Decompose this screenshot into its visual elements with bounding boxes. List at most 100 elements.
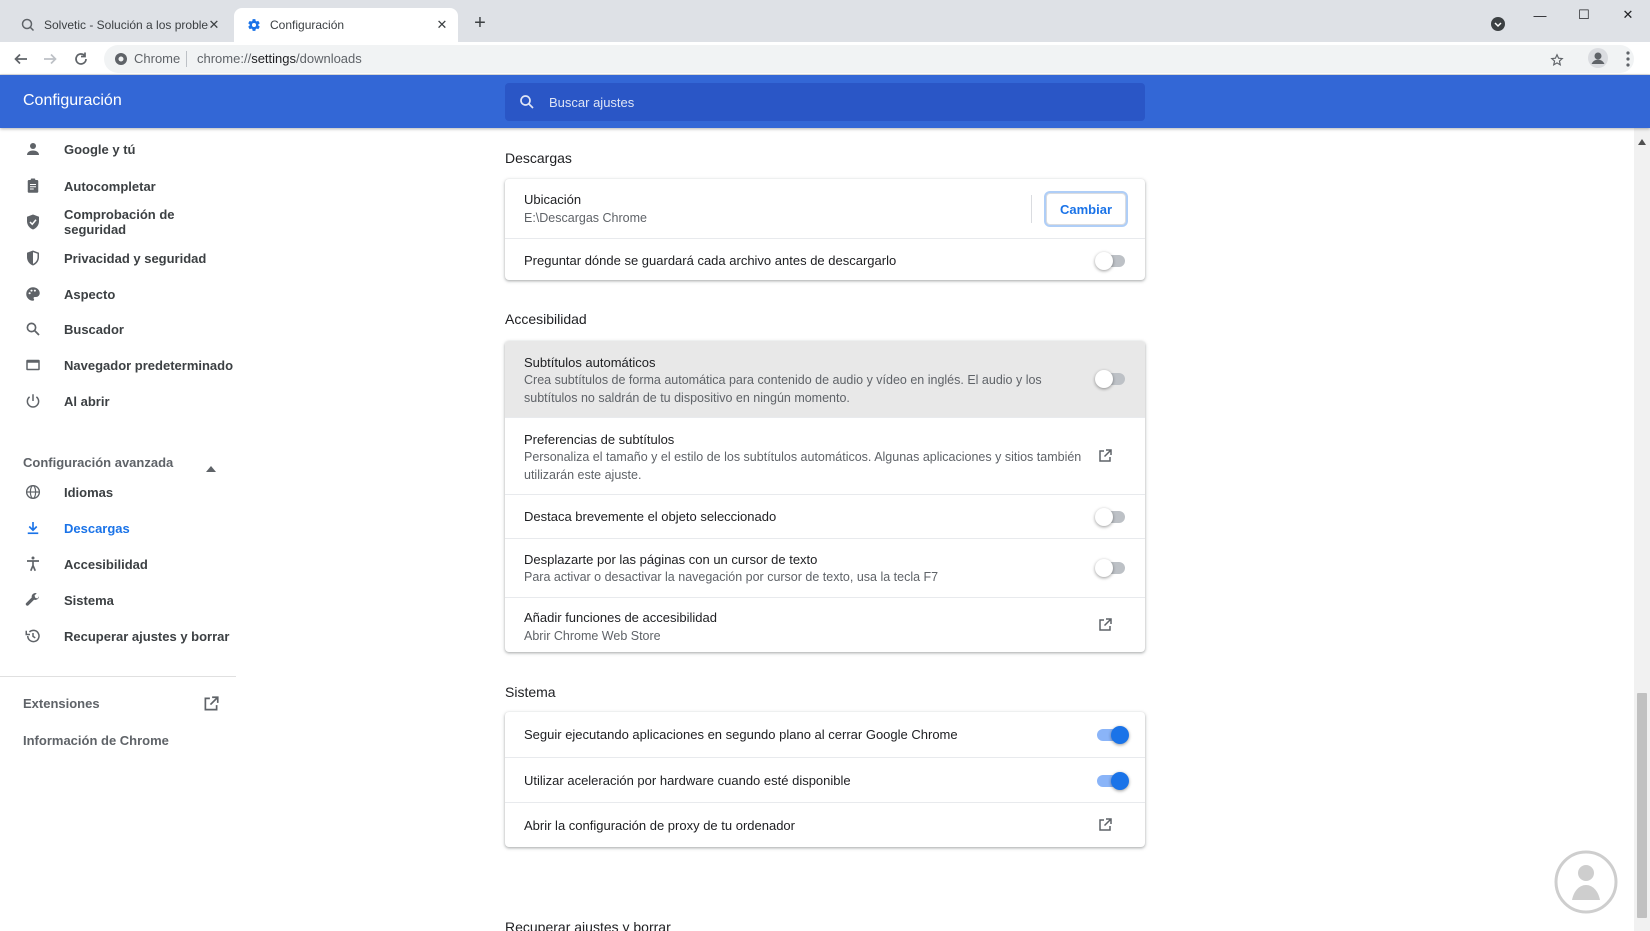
browser-toolbar: Chrome chrome://settings/downloads (0, 42, 1650, 75)
caret-up-icon[interactable] (206, 459, 216, 472)
sidebar-item-languages[interactable]: Idiomas (0, 474, 236, 510)
download-icon (23, 518, 43, 538)
caption-prefs-sub-1: Personaliza el tamaño y el estilo de los… (524, 450, 1082, 464)
sidebar-item-system[interactable]: Sistema (0, 582, 236, 618)
live-caption-toggle[interactable] (1095, 370, 1129, 388)
add-features-row[interactable]: Añadir funciones de accesibilidad Abrir … (505, 597, 1145, 652)
close-window-icon[interactable]: ✕ (1606, 0, 1650, 30)
close-tab-icon[interactable]: ✕ (206, 17, 222, 33)
tab-title: Configuración (270, 18, 345, 32)
ask-where-row[interactable]: Preguntar dónde se guardará cada archivo… (505, 238, 1145, 280)
tab-title: Solvetic - Solución a los problem (44, 18, 209, 32)
sidebar-item-privacy[interactable]: Privacidad y seguridad (0, 240, 236, 276)
downloads-card: Ubicación E:\Descargas Chrome Cambiar Pr… (505, 179, 1145, 280)
scrollbar-thumb[interactable] (1637, 693, 1647, 918)
solvetic-favicon-icon (20, 17, 36, 33)
settings-search[interactable] (505, 83, 1145, 121)
more-menu-icon[interactable] (1620, 48, 1636, 70)
window-controls: — ☐ ✕ (1518, 0, 1650, 30)
sidebar-item-default-browser[interactable]: Navegador predeterminado (0, 347, 236, 383)
back-arrow-icon[interactable] (8, 46, 34, 72)
shield-check-icon (23, 212, 43, 232)
forward-arrow-icon[interactable] (37, 46, 63, 72)
settings-header: Configuración (0, 75, 1650, 128)
focus-highlight-row[interactable]: Destaca brevemente el objeto seleccionad… (505, 494, 1145, 538)
close-tab-icon[interactable]: ✕ (434, 17, 450, 33)
sidebar-item-label: Al abrir (64, 393, 110, 409)
advanced-section-toggle[interactable]: Configuración avanzada (23, 455, 173, 470)
live-caption-row[interactable]: Subtítulos automáticos Crea subtítulos d… (505, 341, 1145, 417)
tab-solvetic[interactable]: Solvetic - Solución a los problem ✕ (8, 8, 230, 42)
hw-accel-toggle[interactable] (1095, 772, 1129, 790)
live-caption-sub-1: Crea subtítulos de forma automática para… (524, 373, 1042, 387)
bookmark-star-icon[interactable] (1550, 53, 1564, 72)
external-link-icon[interactable] (1097, 448, 1115, 466)
sidebar-item-reset[interactable]: Recuperar ajustes y borrar (0, 618, 236, 654)
change-location-button[interactable]: Cambiar (1046, 193, 1126, 225)
sidebar-extensions-link[interactable]: Extensiones (23, 696, 100, 711)
tab-strip: Solvetic - Solución a los problem ✕ Conf… (0, 0, 1650, 42)
clipboard-icon (23, 176, 43, 196)
sidebar-item-label: Sistema (64, 592, 114, 608)
proxy-title: Abrir la configuración de proxy de tu or… (524, 818, 795, 833)
external-link-icon[interactable] (202, 695, 220, 713)
section-title-recuperar: Recuperar ajustes y borrar (505, 919, 671, 931)
history-icon (23, 626, 43, 646)
caption-prefs-row[interactable]: Preferencias de subtítulos Personaliza e… (505, 417, 1145, 494)
sidebar-item-search-engine[interactable]: Buscador (0, 311, 236, 347)
sidebar-item-google[interactable]: Google y tú (0, 131, 236, 167)
external-link-icon[interactable] (1097, 817, 1115, 835)
omnibox-separator (186, 51, 187, 67)
background-apps-title: Seguir ejecutando aplicaciones en segund… (524, 727, 958, 742)
solvetic-watermark-logo (1514, 838, 1624, 928)
sidebar-item-on-startup[interactable]: Al abrir (0, 383, 236, 419)
minimize-icon[interactable]: — (1518, 0, 1562, 30)
sidebar-item-label: Accesibilidad (64, 556, 148, 572)
chrome-chip-label: Chrome (134, 51, 181, 66)
sidebar-item-label: Google y tú (64, 141, 136, 157)
caret-browsing-toggle[interactable] (1095, 559, 1129, 577)
caret-browsing-row[interactable]: Desplazarte por las páginas con un curso… (505, 538, 1145, 597)
browser-icon (23, 355, 43, 375)
sidebar-item-autofill[interactable]: Autocompletar (0, 168, 236, 204)
proxy-row[interactable]: Abrir la configuración de proxy de tu or… (505, 802, 1145, 847)
section-title-sistema: Sistema (505, 684, 556, 700)
shield-icon (23, 248, 43, 268)
sidebar-item-label: Navegador predeterminado (64, 357, 234, 373)
add-features-sub: Abrir Chrome Web Store (524, 629, 661, 643)
ask-where-toggle[interactable] (1095, 252, 1129, 270)
live-caption-sub-2: subtítulos no saldrán de tu dispositivo … (524, 391, 850, 405)
caret-browsing-sub: Para activar o desactivar la navegación … (524, 570, 939, 584)
sidebar-about-chrome-link[interactable]: Información de Chrome (23, 733, 169, 748)
address-bar[interactable]: Chrome chrome://settings/downloads (104, 45, 1634, 73)
sidebar-item-label: Idiomas (64, 484, 114, 500)
background-apps-row[interactable]: Seguir ejecutando aplicaciones en segund… (505, 712, 1145, 757)
external-link-icon[interactable] (1097, 617, 1115, 635)
sidebar-item-appearance[interactable]: Aspecto (0, 276, 236, 312)
live-caption-title: Subtítulos automáticos (524, 355, 656, 370)
focus-highlight-title: Destaca brevemente el objeto seleccionad… (524, 509, 777, 524)
wrench-icon (23, 590, 43, 610)
system-card: Seguir ejecutando aplicaciones en segund… (505, 712, 1145, 847)
tab-configuracion[interactable]: Configuración ✕ (234, 8, 458, 42)
reload-icon[interactable] (68, 46, 94, 72)
accessibility-card: Subtítulos automáticos Crea subtítulos d… (505, 341, 1145, 652)
tab-search-icon[interactable] (1490, 16, 1506, 32)
sidebar-item-accessibility[interactable]: Accesibilidad (0, 546, 236, 582)
vertical-scrollbar[interactable] (1634, 128, 1650, 931)
sidebar-item-downloads[interactable]: Descargas (0, 510, 236, 546)
sidebar-item-safety-check[interactable]: Comprobación de seguridad (0, 204, 236, 240)
search-input[interactable] (549, 83, 1129, 121)
maximize-icon[interactable]: ☐ (1562, 0, 1606, 30)
focus-highlight-toggle[interactable] (1095, 508, 1129, 526)
location-title: Ubicación (524, 192, 582, 207)
profile-avatar[interactable] (1587, 47, 1609, 69)
section-title-descargas: Descargas (505, 150, 572, 166)
background-apps-toggle[interactable] (1095, 726, 1129, 744)
scroll-up-arrow-icon[interactable] (1638, 132, 1646, 145)
sidebar-item-label: Privacidad y seguridad (64, 250, 207, 266)
ask-where-label: Preguntar dónde se guardará cada archivo… (524, 253, 897, 268)
new-tab-button[interactable]: + (468, 12, 492, 36)
hw-accel-row[interactable]: Utilizar aceleración por hardware cuando… (505, 757, 1145, 802)
add-features-title: Añadir funciones de accesibilidad (524, 610, 717, 625)
